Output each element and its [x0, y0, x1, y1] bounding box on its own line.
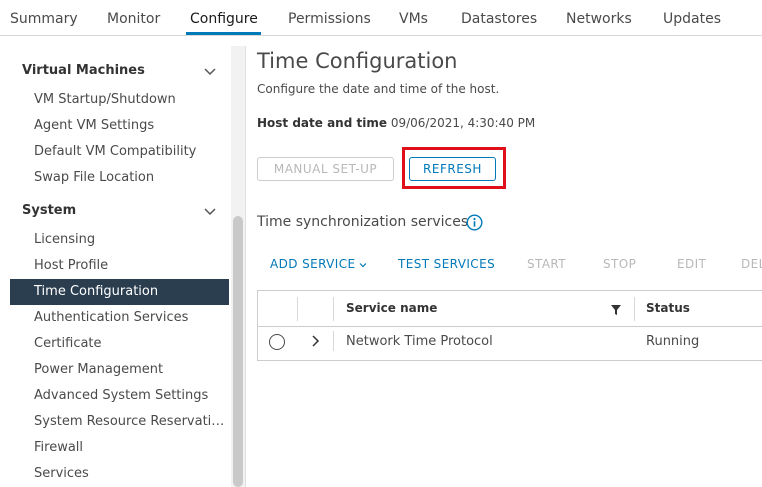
- filter-icon[interactable]: [611, 305, 621, 315]
- tab-summary[interactable]: Summary: [10, 11, 78, 27]
- sync-services-title: Time synchronization services: [257, 214, 469, 230]
- host-date-time: Host date and time 09/06/2021, 4:30:40 P…: [257, 116, 535, 130]
- tab-vms[interactable]: VMs: [399, 11, 428, 27]
- column-header-service-name[interactable]: Service name: [346, 301, 437, 315]
- tab-updates[interactable]: Updates: [663, 11, 721, 27]
- chevron-down-icon[interactable]: [204, 205, 216, 217]
- sidebar-item-system-resource-reservation[interactable]: System Resource Reservati…: [10, 409, 229, 435]
- sidebar-item-certificate[interactable]: Certificate: [10, 331, 229, 357]
- column-separator: [333, 331, 334, 351]
- host-date-time-value: 09/06/2021, 4:30:40 PM: [390, 116, 536, 130]
- sidebar-item-advanced-system-settings[interactable]: Advanced System Settings: [10, 383, 229, 409]
- column-separator: [297, 297, 298, 321]
- sidebar-section-system[interactable]: System: [22, 203, 76, 218]
- add-service-button[interactable]: ADD SERVICE: [270, 257, 367, 271]
- delete-button[interactable]: DEL: [741, 257, 762, 271]
- config-sidebar: Virtual Machines VM Startup/Shutdown Age…: [0, 46, 246, 487]
- chevron-right-icon[interactable]: [309, 334, 323, 348]
- sidebar-item-agent-vm-settings[interactable]: Agent VM Settings: [10, 113, 229, 139]
- status-cell: Running: [646, 334, 700, 349]
- tab-datastores[interactable]: Datastores: [461, 11, 537, 27]
- page-subtitle: Configure the date and time of the host.: [257, 82, 500, 96]
- sidebar-item-time-configuration[interactable]: Time Configuration: [10, 279, 229, 305]
- sidebar-item-host-profile[interactable]: Host Profile: [10, 253, 229, 279]
- active-tab-indicator: [186, 32, 261, 35]
- stop-button[interactable]: STOP: [603, 257, 636, 271]
- highlight-box: [402, 147, 506, 189]
- page-title: Time Configuration: [257, 49, 458, 73]
- add-service-label: ADD SERVICE: [270, 257, 356, 271]
- sidebar-item-swap-file-location[interactable]: Swap File Location: [10, 165, 229, 191]
- service-name-cell: Network Time Protocol: [346, 334, 493, 349]
- tab-monitor[interactable]: Monitor: [107, 11, 160, 27]
- column-separator: [634, 297, 635, 321]
- row-select-radio[interactable]: [269, 334, 285, 350]
- column-separator: [333, 297, 334, 321]
- info-icon[interactable]: [466, 214, 483, 231]
- sidebar-item-authentication-services[interactable]: Authentication Services: [10, 305, 229, 331]
- test-services-button[interactable]: TEST SERVICES: [398, 257, 495, 271]
- sidebar-item-power-management[interactable]: Power Management: [10, 357, 229, 383]
- manual-setup-button[interactable]: MANUAL SET-UP: [257, 157, 394, 181]
- sidebar-item-vm-startup-shutdown[interactable]: VM Startup/Shutdown: [10, 87, 229, 113]
- tab-networks[interactable]: Networks: [566, 11, 632, 27]
- start-button[interactable]: START: [527, 257, 566, 271]
- column-header-status[interactable]: Status: [646, 301, 690, 315]
- tab-permissions[interactable]: Permissions: [288, 11, 371, 27]
- chevron-down-icon: [359, 262, 366, 267]
- sidebar-item-firewall[interactable]: Firewall: [10, 435, 229, 461]
- services-table: Service name Status Network Time Protoco…: [257, 290, 762, 361]
- tab-configure[interactable]: Configure: [190, 11, 258, 27]
- sidebar-item-default-vm-compatibility[interactable]: Default VM Compatibility: [10, 139, 229, 165]
- sidebar-item-licensing[interactable]: Licensing: [10, 227, 229, 253]
- host-date-time-label: Host date and time: [257, 116, 387, 130]
- sidebar-scrollbar-thumb[interactable]: [233, 216, 243, 487]
- sidebar-item-services[interactable]: Services: [10, 461, 229, 487]
- table-header: Service name Status: [258, 291, 762, 327]
- edit-button[interactable]: EDIT: [677, 257, 706, 271]
- top-tab-bar: Summary Monitor Configure Permissions VM…: [0, 0, 762, 36]
- chevron-down-icon[interactable]: [204, 65, 216, 77]
- sidebar-section-virtual-machines[interactable]: Virtual Machines: [22, 63, 145, 78]
